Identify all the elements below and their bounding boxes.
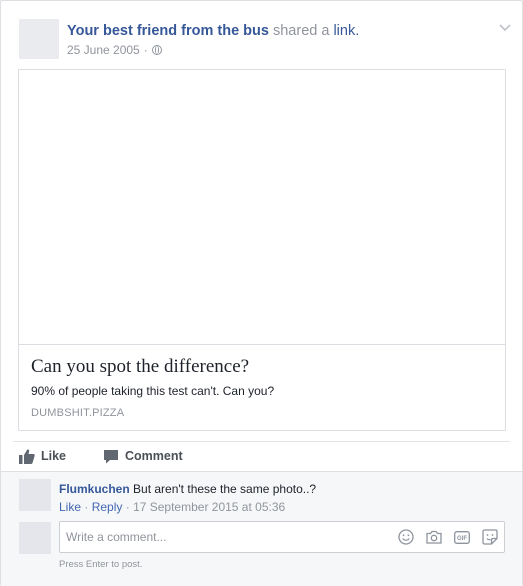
comment-dot: ·: [84, 500, 89, 514]
thumbs-up-icon: [19, 448, 35, 464]
comment-like-link[interactable]: Like: [59, 500, 81, 514]
like-button[interactable]: Like: [19, 448, 67, 464]
link-description: 90% of people taking this test can't. Ca…: [31, 384, 275, 398]
comment-label: Comment: [125, 449, 183, 463]
comment-reply-link[interactable]: Reply: [92, 500, 123, 514]
post-meta: 25 June 2005 ·: [67, 43, 162, 57]
post-header: Your best friend from the bus shared a l…: [19, 19, 511, 63]
post-card: Your best friend from the bus shared a l…: [0, 0, 523, 586]
link-preview[interactable]: Can you spot the difference? 90% of peop…: [18, 69, 506, 431]
commenter-avatar[interactable]: [19, 479, 51, 511]
composer-icons: GIF: [398, 529, 498, 545]
link-title[interactable]: Can you spot the difference?: [31, 355, 249, 379]
user-avatar: [19, 522, 51, 554]
author-name[interactable]: Your best friend from the bus: [67, 23, 269, 39]
action-bar: Like Comment: [19, 447, 220, 465]
camera-icon[interactable]: [426, 529, 442, 545]
comment-input[interactable]: [66, 522, 376, 552]
comment-actions: Like · Reply · 17 September 2015 at 05:3…: [59, 499, 285, 515]
comment-text: But aren't these the same photo..?: [133, 482, 317, 496]
emoji-icon[interactable]: [398, 529, 414, 545]
commenter-name[interactable]: Flumkuchen: [59, 482, 130, 496]
comment-timestamp[interactable]: · 17 September 2015 at 05:36: [126, 500, 285, 514]
sticker-icon[interactable]: [482, 529, 498, 545]
meta-separator: ·: [143, 43, 148, 57]
svg-text:GIF: GIF: [457, 536, 467, 542]
comment-button[interactable]: Comment: [103, 449, 183, 464]
speech-bubble-icon: [104, 449, 119, 463]
composer-hint: Press Enter to post.: [59, 559, 143, 570]
like-label: Like: [41, 449, 67, 463]
link-domain: DUMBSHIT.PIZZA: [31, 407, 125, 419]
comments-section: Flumkuchen But aren't these the same pho…: [1, 471, 522, 586]
link-image[interactable]: [19, 70, 505, 345]
action-text: shared a: [272, 23, 330, 39]
globe-icon[interactable]: [151, 45, 162, 55]
post-date[interactable]: 25 June 2005: [67, 43, 140, 57]
divider: [13, 441, 510, 442]
shared-link[interactable]: link.: [333, 23, 359, 39]
post-headline: Your best friend from the bus shared a l…: [67, 22, 359, 40]
gif-icon[interactable]: GIF: [454, 529, 470, 545]
comment-body: Flumkuchen But aren't these the same pho…: [59, 481, 316, 497]
author-avatar[interactable]: [19, 19, 59, 59]
comment-composer[interactable]: GIF: [59, 521, 505, 553]
chevron-down-icon[interactable]: [496, 21, 514, 35]
